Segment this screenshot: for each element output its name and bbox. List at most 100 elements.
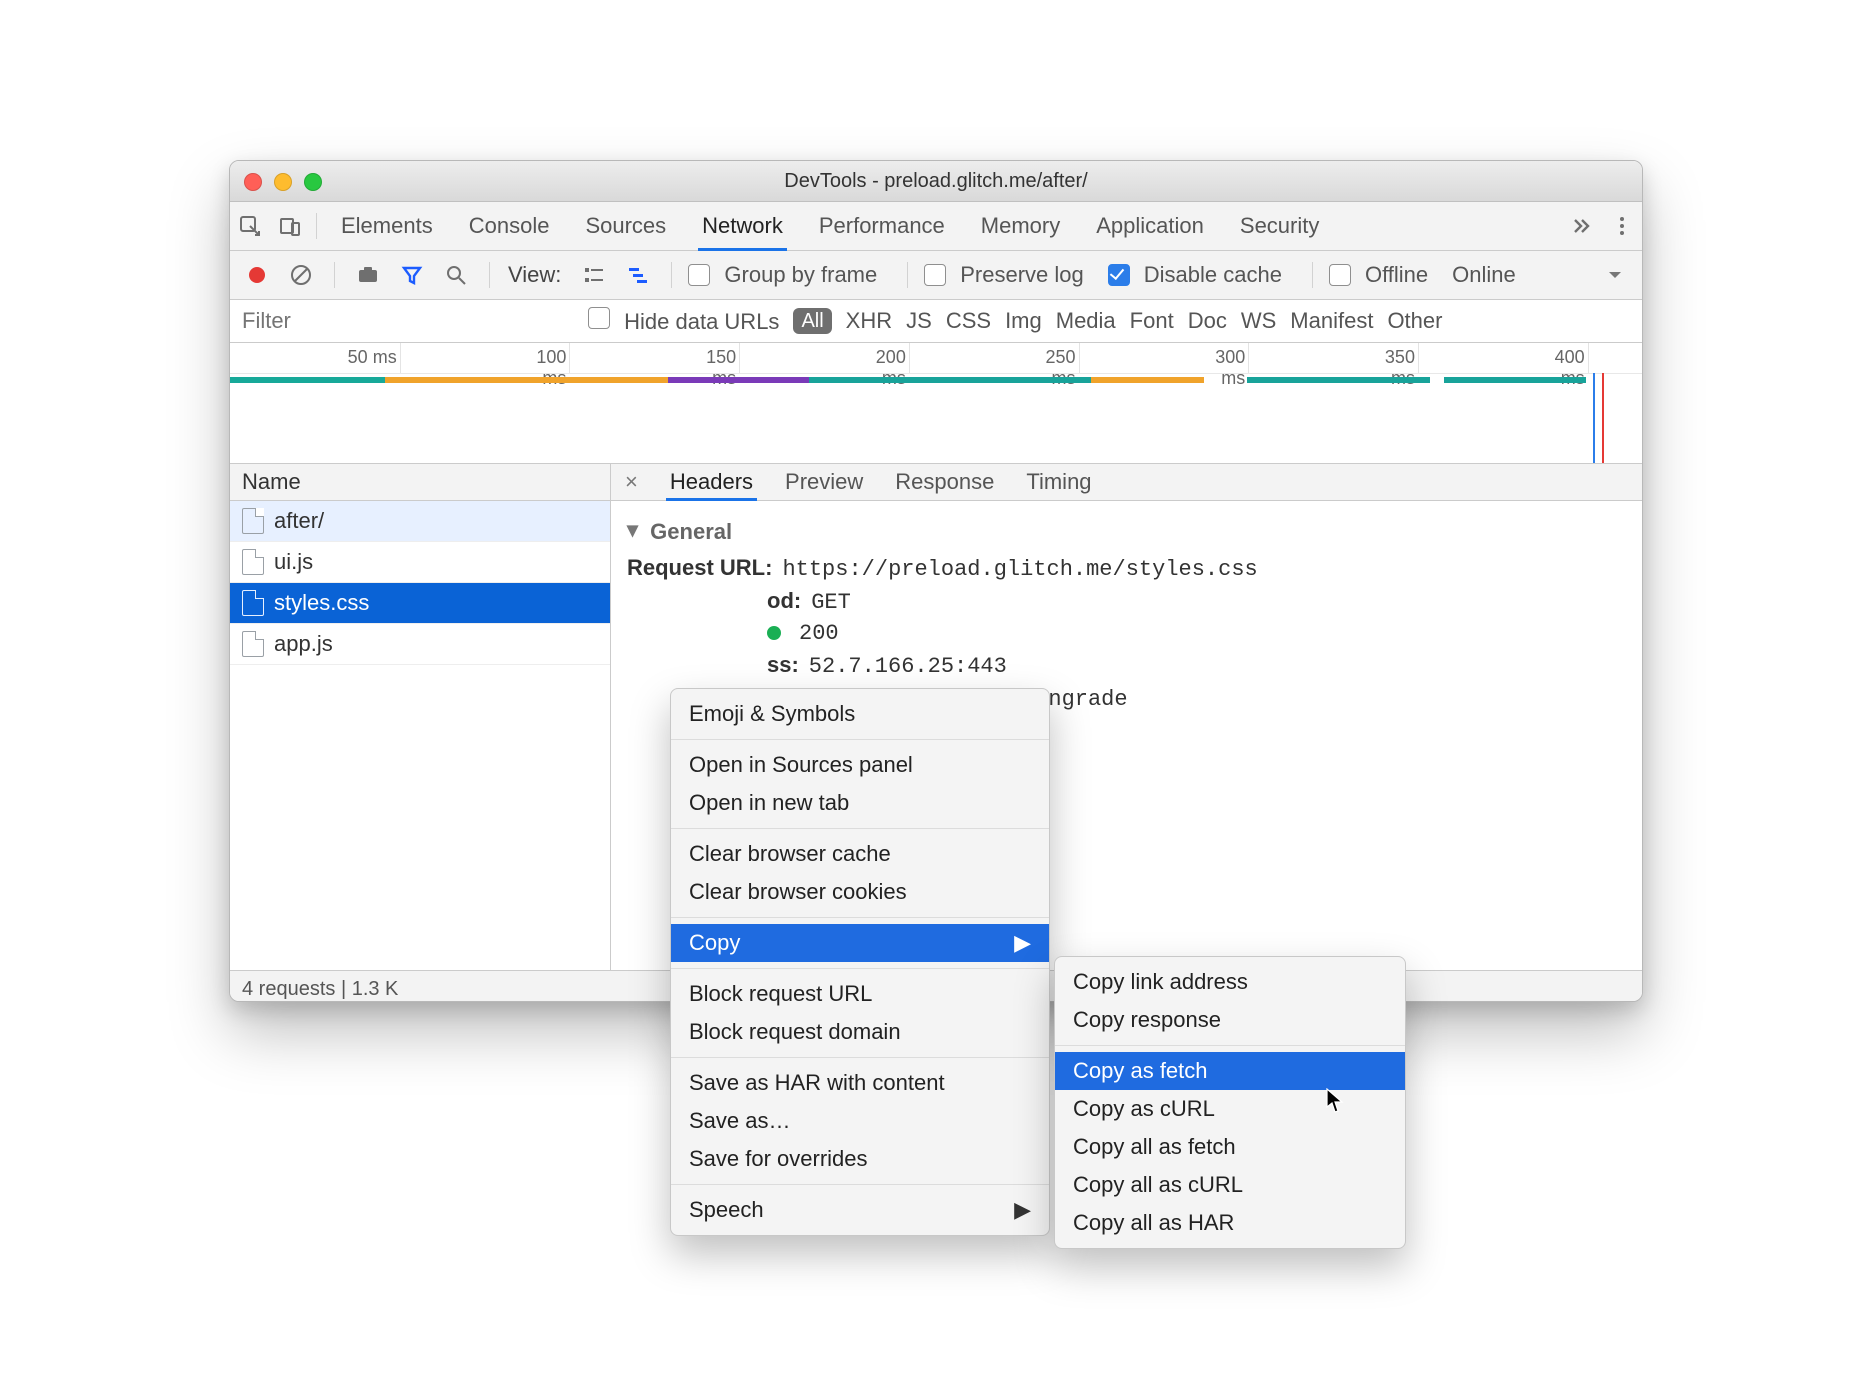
context-menu-item[interactable]: Block request domain <box>671 1013 1049 1051</box>
context-menu-item[interactable]: Save for overrides <box>671 1140 1049 1178</box>
tab-headers[interactable]: Headers <box>666 464 757 500</box>
record-button[interactable] <box>240 258 274 292</box>
request-row[interactable]: styles.css <box>230 583 610 624</box>
context-menu-item[interactable]: Copy▶ <box>671 924 1049 962</box>
context-menu-item[interactable]: Open in new tab <box>671 784 1049 822</box>
context-menu-item[interactable]: Block request URL <box>671 975 1049 1013</box>
request-url-value: https://preload.glitch.me/styles.css <box>782 557 1257 582</box>
context-menu-item[interactable]: Copy all as fetch <box>1055 1128 1405 1166</box>
timeline-tick: 150 ms <box>739 343 740 373</box>
waterfall-icon[interactable] <box>621 258 655 292</box>
close-window-button[interactable] <box>244 173 262 191</box>
overflow-tabs-icon[interactable] <box>1562 202 1602 250</box>
context-menu-item[interactable]: Open in Sources panel <box>671 746 1049 784</box>
disable-cache-checkbox[interactable] <box>1108 264 1130 286</box>
request-list-header[interactable]: Name <box>230 464 610 501</box>
disable-cache[interactable]: Disable cache <box>1108 262 1282 288</box>
disclosure-triangle-icon[interactable]: ▾ <box>627 517 638 543</box>
offline-checkbox[interactable] <box>1329 264 1351 286</box>
context-menu-item[interactable]: Copy all as cURL <box>1055 1166 1405 1204</box>
type-doc[interactable]: Doc <box>1188 308 1227 334</box>
type-manifest[interactable]: Manifest <box>1290 308 1373 334</box>
tab-application[interactable]: Application <box>1078 202 1222 250</box>
type-css[interactable]: CSS <box>946 308 991 334</box>
tab-performance[interactable]: Performance <box>801 202 963 250</box>
request-row[interactable]: after/ <box>230 501 610 542</box>
context-menu-item-label: Emoji & Symbols <box>689 701 855 727</box>
type-img[interactable]: Img <box>1005 308 1042 334</box>
type-ws[interactable]: WS <box>1241 308 1276 334</box>
context-menu[interactable]: Emoji & Symbols Open in Sources panelOpen… <box>670 688 1050 1236</box>
context-menu-item[interactable]: Copy link address <box>1055 963 1405 1001</box>
hide-data-urls[interactable]: Hide data URLs <box>588 307 779 335</box>
window-titlebar: DevTools - preload.glitch.me/after/ <box>230 161 1642 202</box>
window-title: DevTools - preload.glitch.me/after/ <box>784 170 1087 193</box>
tab-response[interactable]: Response <box>891 464 998 500</box>
context-menu-item[interactable]: Copy as cURL <box>1055 1090 1405 1128</box>
search-icon[interactable] <box>439 258 473 292</box>
inspect-element-icon[interactable] <box>230 202 270 250</box>
details-tabs: × Headers Preview Response Timing <box>611 464 1642 501</box>
online-label: Online <box>1452 262 1516 288</box>
type-all[interactable]: All <box>793 308 831 334</box>
group-by-frame-checkbox[interactable] <box>688 264 710 286</box>
context-menu-item[interactable]: Copy all as HAR <box>1055 1204 1405 1242</box>
context-menu-item[interactable]: Save as HAR with content <box>671 1064 1049 1102</box>
remote-address-label-tail: ss: <box>767 652 799 678</box>
offline-label: Offline <box>1365 262 1428 288</box>
file-icon <box>242 549 264 575</box>
type-font[interactable]: Font <box>1130 308 1174 334</box>
context-menu-item[interactable]: Clear browser cookies <box>671 873 1049 911</box>
preserve-log[interactable]: Preserve log <box>924 262 1084 288</box>
request-row[interactable]: ui.js <box>230 542 610 583</box>
context-menu-item[interactable]: Speech▶ <box>671 1191 1049 1229</box>
tab-network[interactable]: Network <box>684 202 801 250</box>
screenshot-icon[interactable] <box>351 258 385 292</box>
tab-elements[interactable]: Elements <box>323 202 451 250</box>
request-rows: after/ui.js styles.css app.js <box>230 501 610 970</box>
tab-memory[interactable]: Memory <box>963 202 1078 250</box>
tab-security[interactable]: Security <box>1222 202 1337 250</box>
general-section-title[interactable]: ▾ General <box>627 519 1626 545</box>
zoom-window-button[interactable] <box>304 173 322 191</box>
timeline-ticks: 50 ms100 ms150 ms200 ms250 ms300 ms350 m… <box>230 343 1642 374</box>
tab-sources[interactable]: Sources <box>567 202 684 250</box>
context-menu-item-label: Copy as fetch <box>1073 1058 1208 1084</box>
type-other[interactable]: Other <box>1387 308 1442 334</box>
timeline-tick: 350 ms <box>1418 343 1419 373</box>
kebab-menu-icon[interactable] <box>1602 202 1642 250</box>
context-menu-item[interactable]: Copy response <box>1055 1001 1405 1039</box>
close-details-icon[interactable]: × <box>621 469 642 495</box>
clear-button[interactable] <box>284 258 318 292</box>
separator <box>907 262 908 288</box>
hide-data-urls-checkbox[interactable] <box>588 307 610 329</box>
filter-icon[interactable] <box>395 258 429 292</box>
type-xhr[interactable]: XHR <box>846 308 892 334</box>
preserve-log-checkbox[interactable] <box>924 264 946 286</box>
submenu-arrow-icon: ▶ <box>1014 930 1031 956</box>
timeline-tick: 400 ms <box>1588 343 1589 373</box>
context-menu-item[interactable]: Clear browser cache <box>671 835 1049 873</box>
filter-input[interactable] <box>240 305 574 337</box>
tab-console[interactable]: Console <box>451 202 568 250</box>
minimize-window-button[interactable] <box>274 173 292 191</box>
group-by-frame[interactable]: Group by frame <box>688 262 877 288</box>
request-name: styles.css <box>274 590 369 616</box>
type-media[interactable]: Media <box>1056 308 1116 334</box>
tab-timing[interactable]: Timing <box>1022 464 1095 500</box>
separator <box>489 262 490 288</box>
request-row[interactable]: app.js <box>230 624 610 665</box>
type-js[interactable]: JS <box>906 308 932 334</box>
network-timeline[interactable]: 50 ms100 ms150 ms200 ms250 ms300 ms350 m… <box>230 343 1642 464</box>
timeline-bar <box>230 377 385 383</box>
context-menu-item[interactable]: Emoji & Symbols <box>671 695 1049 733</box>
throttling-dropdown-icon[interactable] <box>1598 258 1632 292</box>
context-menu-item[interactable]: Save as… <box>671 1102 1049 1140</box>
offline[interactable]: Offline <box>1329 262 1428 288</box>
context-menu-item[interactable]: Copy as fetch <box>1055 1052 1405 1090</box>
device-toolbar-icon[interactable] <box>270 202 310 250</box>
tab-preview[interactable]: Preview <box>781 464 867 500</box>
file-icon <box>242 631 264 657</box>
large-rows-icon[interactable] <box>577 258 611 292</box>
context-submenu[interactable]: Copy link addressCopy response Copy as fe… <box>1054 956 1406 1249</box>
